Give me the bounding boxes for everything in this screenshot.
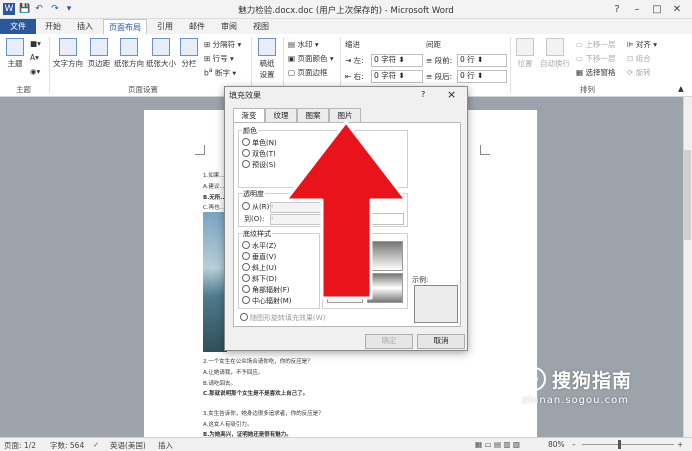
arrow-shape — [284, 120, 408, 300]
watermark-brand: 搜狗指南 — [552, 370, 633, 392]
watermark-url: zhinan.sogou.com — [522, 395, 630, 406]
sogou-watermark: S 搜狗指南 zhinan.sogou.com — [512, 364, 672, 412]
sogou-logo-icon: S — [522, 367, 546, 391]
